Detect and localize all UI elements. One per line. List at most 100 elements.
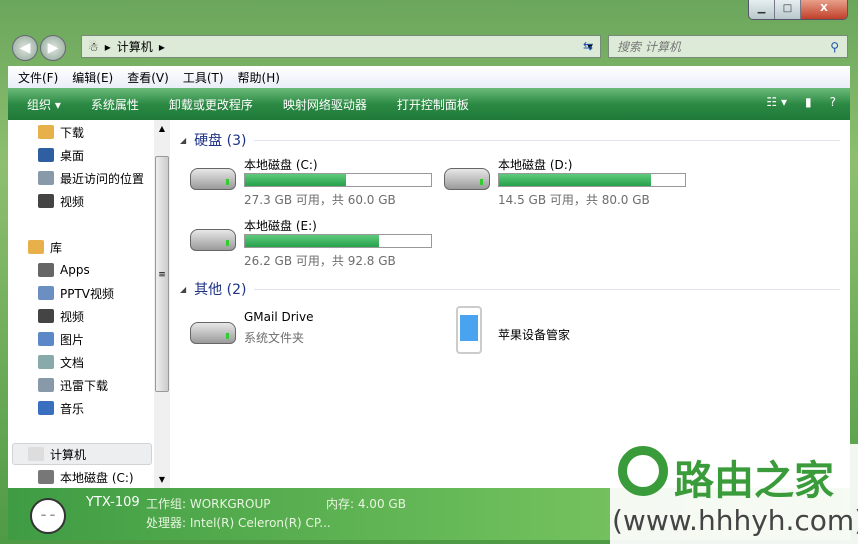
sidebar-item[interactable]: 迅雷下载 [38, 375, 108, 395]
sidebar-item-label: 桌面 [60, 148, 85, 163]
search-placeholder: 搜索 计算机 [617, 40, 681, 54]
sidebar-item-label: 文档 [60, 355, 85, 370]
item-name: 本地磁盘 (E:) [244, 219, 317, 233]
sidebar-item-label: 迅雷下载 [60, 378, 109, 393]
item-info: 27.3 GB 可用，共 60.0 GB [244, 193, 396, 207]
sidebar-item[interactable]: 本地磁盘 (C:) [38, 467, 134, 487]
sidebar-item[interactable]: 视频 [38, 306, 84, 326]
sidebar-scrollbar[interactable]: ▲ ≡ ▼ [154, 120, 170, 488]
sidebar-item[interactable]: Apps [38, 260, 90, 280]
sidebar-item[interactable]: 下载 [38, 122, 84, 142]
sidebar-item[interactable]: 图片 [38, 329, 84, 349]
refresh-button[interactable]: ⇆ [576, 36, 600, 57]
preview-pane-icon[interactable]: ▮ [805, 95, 812, 109]
item-info: 26.2 GB 可用，共 92.8 GB [244, 254, 396, 268]
item-name: 本地磁盘 (C:) [244, 158, 318, 172]
video-icon [38, 194, 54, 208]
sidebar-item-label: Apps [60, 263, 90, 277]
sidebar-item[interactable]: 文档 [38, 352, 84, 372]
view-options-icon[interactable]: ☷ ▾ [766, 95, 787, 109]
breadcrumb-chevron-icon[interactable]: ▸ [159, 40, 165, 54]
collapse-icon[interactable]: ◢ [180, 136, 186, 145]
capacity-fill [245, 174, 347, 186]
group-title: 其他 (2) [194, 282, 247, 298]
content-pane: ◢ 硬盘 (3) 本地磁盘 (C:) 27.3 GB 可用，共 60.0 GB 本地磁盘… [170, 120, 850, 488]
desktop-icon [38, 148, 54, 162]
computer-name: YTX-109 [86, 495, 140, 510]
device-item[interactable]: GMail Drive 系统文件夹 [190, 310, 450, 368]
breadcrumb-computer[interactable]: 计算机 [117, 38, 153, 55]
sidebar-item[interactable]: 音乐 [38, 398, 84, 418]
help-icon[interactable]: ? [830, 95, 836, 109]
sidebar-item[interactable]: 桌面 [38, 145, 84, 165]
search-input[interactable]: 搜索 计算机 ⚲ [608, 35, 848, 58]
maximize-button[interactable]: □ [775, 0, 801, 19]
document-icon [38, 355, 54, 369]
nav-buttons: ◀ ▶ [12, 35, 66, 61]
group-header[interactable]: ◢ 硬盘 (3) [180, 130, 840, 150]
item-name: 本地磁盘 (D:) [498, 158, 573, 172]
collapse-icon[interactable]: ◢ [180, 285, 186, 294]
capacity-fill [499, 174, 652, 186]
computer-bunny-icon [28, 447, 44, 461]
open-control-panel-button[interactable]: 打开控制面板 [397, 96, 469, 113]
windows-drive-icon [38, 470, 54, 484]
capacity-fill [245, 235, 379, 247]
sidebar-item[interactable]: 计算机 [28, 444, 86, 464]
capacity-bar [244, 173, 432, 187]
memory: 内存: 4.00 GB [326, 497, 406, 511]
watermark-url: (www.hhhyh.com) [612, 504, 858, 537]
map-network-drive-button[interactable]: 映射网络驱动器 [283, 96, 367, 113]
sidebar-item-label: 计算机 [50, 447, 87, 462]
menu-view[interactable]: 查看(V) [127, 69, 169, 86]
sidebar-item-label: 视频 [60, 309, 85, 324]
scroll-down-icon[interactable]: ▼ [154, 475, 170, 484]
drive-item[interactable]: 本地磁盘 (E:) 26.2 GB 可用，共 92.8 GB [190, 217, 450, 275]
sidebar-item[interactable]: 视频 [38, 191, 84, 211]
menu-help[interactable]: 帮助(H) [238, 69, 280, 86]
system-properties-button[interactable]: 系统属性 [91, 96, 139, 113]
sidebar-item[interactable]: PPTV视频 [38, 283, 114, 303]
uninstall-program-button[interactable]: 卸载或更改程序 [169, 96, 253, 113]
sidebar-item-label: PPTV视频 [60, 286, 115, 301]
hard-drive-icon [190, 168, 236, 190]
group-header[interactable]: ◢ 其他 (2) [180, 279, 840, 299]
document-icon [38, 286, 54, 300]
iphone-icon [456, 306, 482, 354]
close-button[interactable]: X [801, 0, 847, 19]
drive-item[interactable]: 本地磁盘 (C:) 27.3 GB 可用，共 60.0 GB [190, 156, 450, 214]
watermark: 路由之家 (www.hhhyh.com) [610, 444, 858, 544]
forward-button[interactable]: ▶ [40, 35, 66, 61]
hard-drive-icon [190, 322, 236, 344]
workgroup: 工作组: WORKGROUP [146, 497, 271, 511]
scrollbar-thumb[interactable]: ≡ [155, 156, 169, 392]
sidebar-item-label: 下载 [60, 125, 85, 140]
recent-places-icon [38, 171, 54, 185]
minimize-button[interactable]: ▁ [749, 0, 775, 19]
sidebar-item[interactable]: 库 [28, 237, 62, 257]
item-info: 系统文件夹 [244, 331, 305, 345]
sidebar-item-label: 本地磁盘 (C:) [60, 470, 134, 485]
sidebar-item[interactable]: 最近访问的位置 [38, 168, 144, 188]
device-item[interactable]: 苹果设备管家 [444, 306, 704, 368]
address-bar[interactable]: ☃ ▸ 计算机 ▸ ▼ [81, 35, 601, 58]
breadcrumb-chevron-icon[interactable]: ▸ [105, 40, 111, 54]
scroll-up-icon[interactable]: ▲ [154, 124, 170, 133]
menu-edit[interactable]: 编辑(E) [72, 69, 113, 86]
sidebar-item-label: 音乐 [60, 401, 85, 416]
back-button[interactable]: ◀ [12, 35, 38, 61]
music-icon [38, 401, 54, 415]
video-icon [38, 309, 54, 323]
menu-tools[interactable]: 工具(T) [183, 69, 224, 86]
capacity-bar [244, 234, 432, 248]
app-icon [38, 263, 54, 277]
drive-item[interactable]: 本地磁盘 (D:) 14.5 GB 可用，共 80.0 GB [444, 156, 704, 214]
capacity-bar [498, 173, 686, 187]
organize-button[interactable]: 组织 ▾ [27, 96, 61, 113]
watermark-logo [618, 446, 668, 496]
sidebar-item-label: 最近访问的位置 [60, 171, 145, 186]
search-icon[interactable]: ⚲ [830, 40, 839, 54]
processor: 处理器: Intel(R) Celeron(R) CP... [146, 516, 331, 530]
menu-file[interactable]: 文件(F) [18, 69, 58, 86]
item-name: 苹果设备管家 [498, 328, 571, 342]
